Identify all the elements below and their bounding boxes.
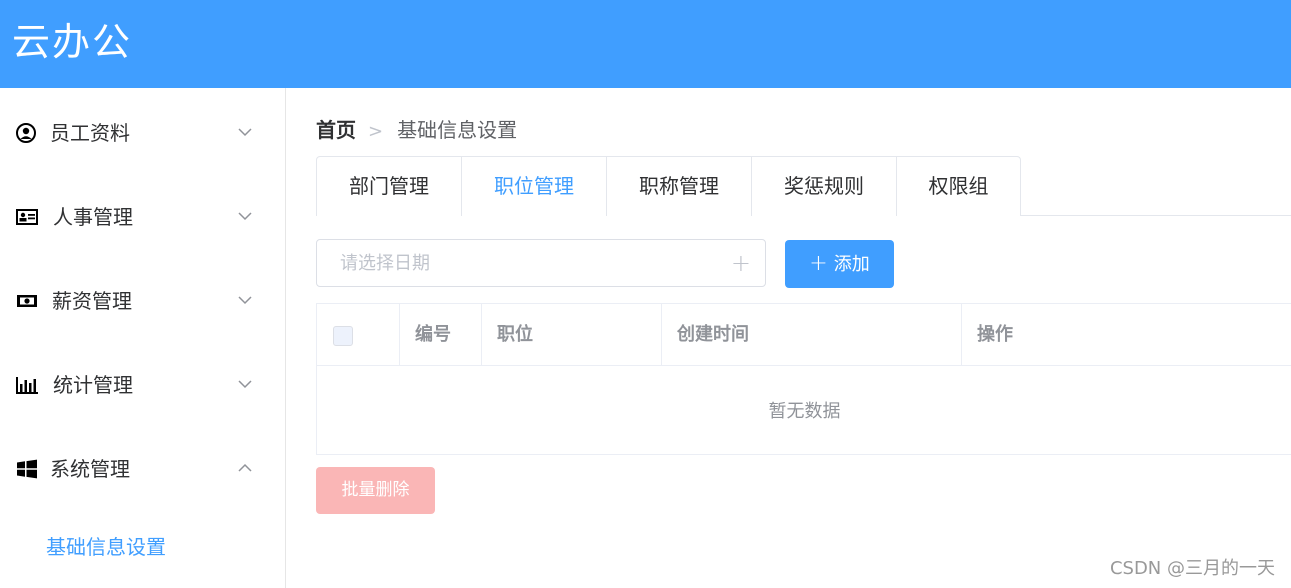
select-all-checkbox[interactable] (333, 326, 353, 346)
tabs-bar: 部门管理 职位管理 职称管理 奖惩规则 权限组 (316, 156, 1291, 216)
sidebar-item-label: 系统管理 (50, 457, 130, 481)
table-header: 编号 职位 创建时间 操作 (317, 304, 1291, 366)
sidebar-item-salary[interactable]: 薪资管理 (0, 273, 285, 329)
sidebar-item-hr[interactable]: 人事管理 (0, 189, 285, 245)
app-title: 云办公 (12, 20, 133, 64)
breadcrumb-home[interactable]: 首页 (316, 118, 356, 142)
sidebar-item-label: 人事管理 (53, 205, 133, 229)
table-empty-text: 暂无数据 (768, 401, 841, 422)
chevron-up-icon (238, 463, 252, 472)
plus-icon: + (809, 251, 828, 276)
chevron-down-icon (238, 128, 252, 137)
sidebar: 员工资料 人事管理 薪资管理 统计管理 系统管理 基础信息设置 (0, 88, 286, 588)
positions-table: 编号 职位 创建时间 操作 暂无数据 (316, 303, 1291, 455)
money-icon (17, 295, 37, 307)
tab-rewards[interactable]: 奖惩规则 (752, 157, 897, 216)
tab-permission-group[interactable]: 权限组 (897, 157, 1020, 216)
submenu-item-label: 基础信息设置 (46, 535, 166, 559)
select-all-cell (317, 304, 400, 365)
sidebar-item-label: 员工资料 (50, 121, 130, 145)
sidebar-item-label: 统计管理 (53, 373, 133, 397)
top-header: 云办公 (0, 0, 1291, 88)
chevron-down-icon (238, 296, 252, 305)
sidebar-item-statistics[interactable]: 统计管理 (0, 357, 285, 413)
chevron-down-icon (238, 380, 252, 389)
date-input[interactable]: 请选择日期 + (316, 239, 766, 287)
user-circle-icon (16, 123, 36, 143)
column-header-created[interactable]: 创建时间 (662, 304, 962, 365)
batch-delete-button[interactable]: 批量删除 (316, 467, 435, 514)
add-button-label: 添加 (833, 254, 870, 275)
tabs: 部门管理 职位管理 职称管理 奖惩规则 权限组 (316, 156, 1021, 216)
id-card-icon (16, 209, 38, 225)
add-button[interactable]: + 添加 (785, 240, 894, 288)
tab-title[interactable]: 职称管理 (607, 157, 752, 216)
tab-department[interactable]: 部门管理 (317, 157, 462, 216)
sidebar-item-employee-info[interactable]: 员工资料 (0, 105, 285, 161)
sidebar-item-label: 薪资管理 (52, 289, 132, 313)
column-header-position[interactable]: 职位 (482, 304, 662, 365)
tab-position[interactable]: 职位管理 (462, 157, 607, 216)
breadcrumb-separator-icon: > (368, 121, 384, 142)
breadcrumb: 首页 > 基础信息设置 (316, 116, 517, 144)
column-header-actions: 操作 (977, 324, 1013, 345)
column-header-id[interactable]: 编号 (400, 304, 482, 365)
plus-icon[interactable]: + (731, 250, 751, 276)
sidebar-item-system[interactable]: 系统管理 (0, 441, 285, 497)
bar-chart-icon (16, 377, 38, 394)
chevron-down-icon (238, 212, 252, 221)
submenu-item-basic-info[interactable]: 基础信息设置 (0, 518, 285, 574)
breadcrumb-current: 基础信息设置 (397, 118, 518, 142)
watermark: CSDN @三月的一天 (1109, 558, 1275, 579)
date-input-placeholder: 请选择日期 (340, 253, 430, 274)
windows-icon (17, 459, 37, 479)
